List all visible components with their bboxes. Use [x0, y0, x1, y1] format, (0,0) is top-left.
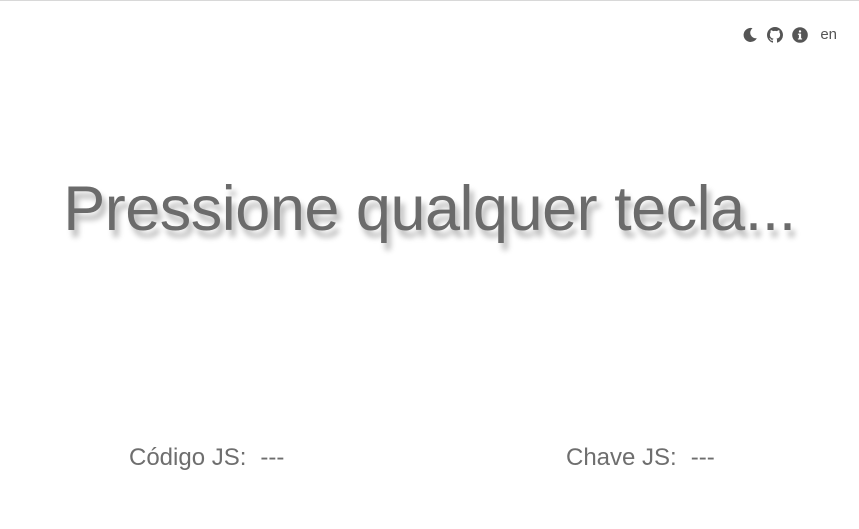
js-code-value: --- [260, 444, 285, 471]
toolbar: en [742, 27, 837, 43]
moon-icon[interactable] [742, 27, 758, 43]
info-icon[interactable] [792, 27, 809, 43]
language-toggle[interactable]: en [820, 27, 837, 43]
js-code-readout: Código JS: --- [129, 444, 284, 472]
js-key-readout: Chave JS: --- [566, 444, 715, 472]
page: en Pressione qualquer tecla... Código JS… [0, 0, 859, 529]
github-icon[interactable] [767, 27, 784, 43]
js-key-value: --- [690, 444, 715, 471]
press-any-key-prompt: Pressione qualquer tecla... [63, 174, 796, 244]
js-key-label: Chave JS: [566, 444, 677, 471]
js-code-label: Código JS: [129, 444, 247, 471]
